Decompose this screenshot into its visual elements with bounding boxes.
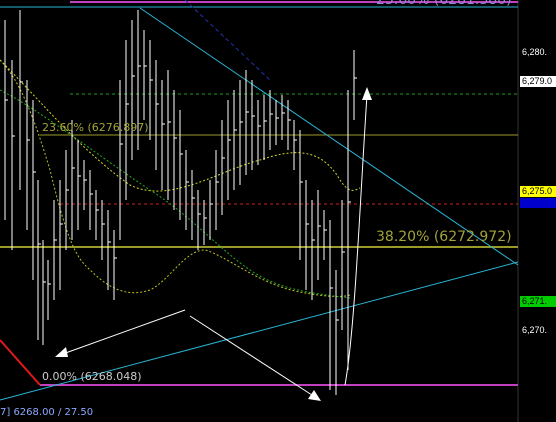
fib-label-382: 38.20% (6272.972) [376,229,512,245]
axis-tick-6280: 6,280. [522,47,548,57]
fib-label-000: 0.00% (6268.048) [42,370,142,383]
axis-tick-6271: 6,271. [520,296,556,307]
fib-label-top: 23.60% (6281.380) [376,0,512,8]
axis-tick-6275: 6,275.0 [520,186,556,197]
price-chart[interactable] [0,0,556,422]
status-line: 7] 6268.00 / 27.50 [0,407,94,418]
fib-label-236: 23.60% (6276.897) [42,121,149,134]
axis-marker-blue [520,198,556,208]
axis-tick-6270: 6,270. [522,325,548,335]
axis-tick-6279: 6,279.0 [520,76,556,87]
